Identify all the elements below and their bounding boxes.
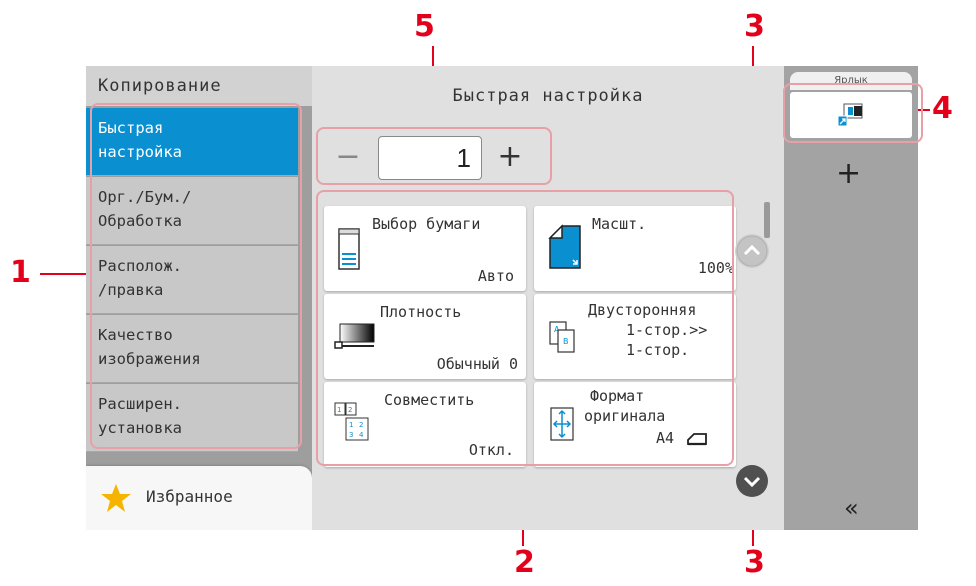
scroll-down-button[interactable] xyxy=(735,464,769,498)
collapse-panel-button[interactable]: « xyxy=(844,494,859,522)
highlight-tabs xyxy=(90,103,302,449)
page-title: Быстрая настройка xyxy=(452,86,644,106)
favorites-button[interactable]: Избранное xyxy=(86,466,312,530)
add-shortcut-button[interactable]: + xyxy=(836,156,861,191)
scroll-up-button[interactable] xyxy=(735,234,769,268)
callout-4: 4 xyxy=(932,91,953,126)
chevron-down-icon xyxy=(736,465,768,497)
function-title: Копирование xyxy=(86,66,312,106)
scrollbar-thumb[interactable] xyxy=(764,202,770,238)
callout-1: 1 xyxy=(10,255,31,290)
highlight-copies xyxy=(316,127,552,185)
callout-1-line xyxy=(40,273,92,275)
star-icon xyxy=(101,484,131,512)
favorites-label: Избранное xyxy=(146,487,233,506)
highlight-settings xyxy=(316,190,734,466)
chevron-up-icon xyxy=(736,235,768,267)
callout-5: 5 xyxy=(414,9,435,44)
highlight-shortcut xyxy=(783,83,923,143)
callout-3-top: 3 xyxy=(744,9,765,44)
callout-3-bottom: 3 xyxy=(744,545,765,580)
callout-2: 2 xyxy=(514,545,535,580)
